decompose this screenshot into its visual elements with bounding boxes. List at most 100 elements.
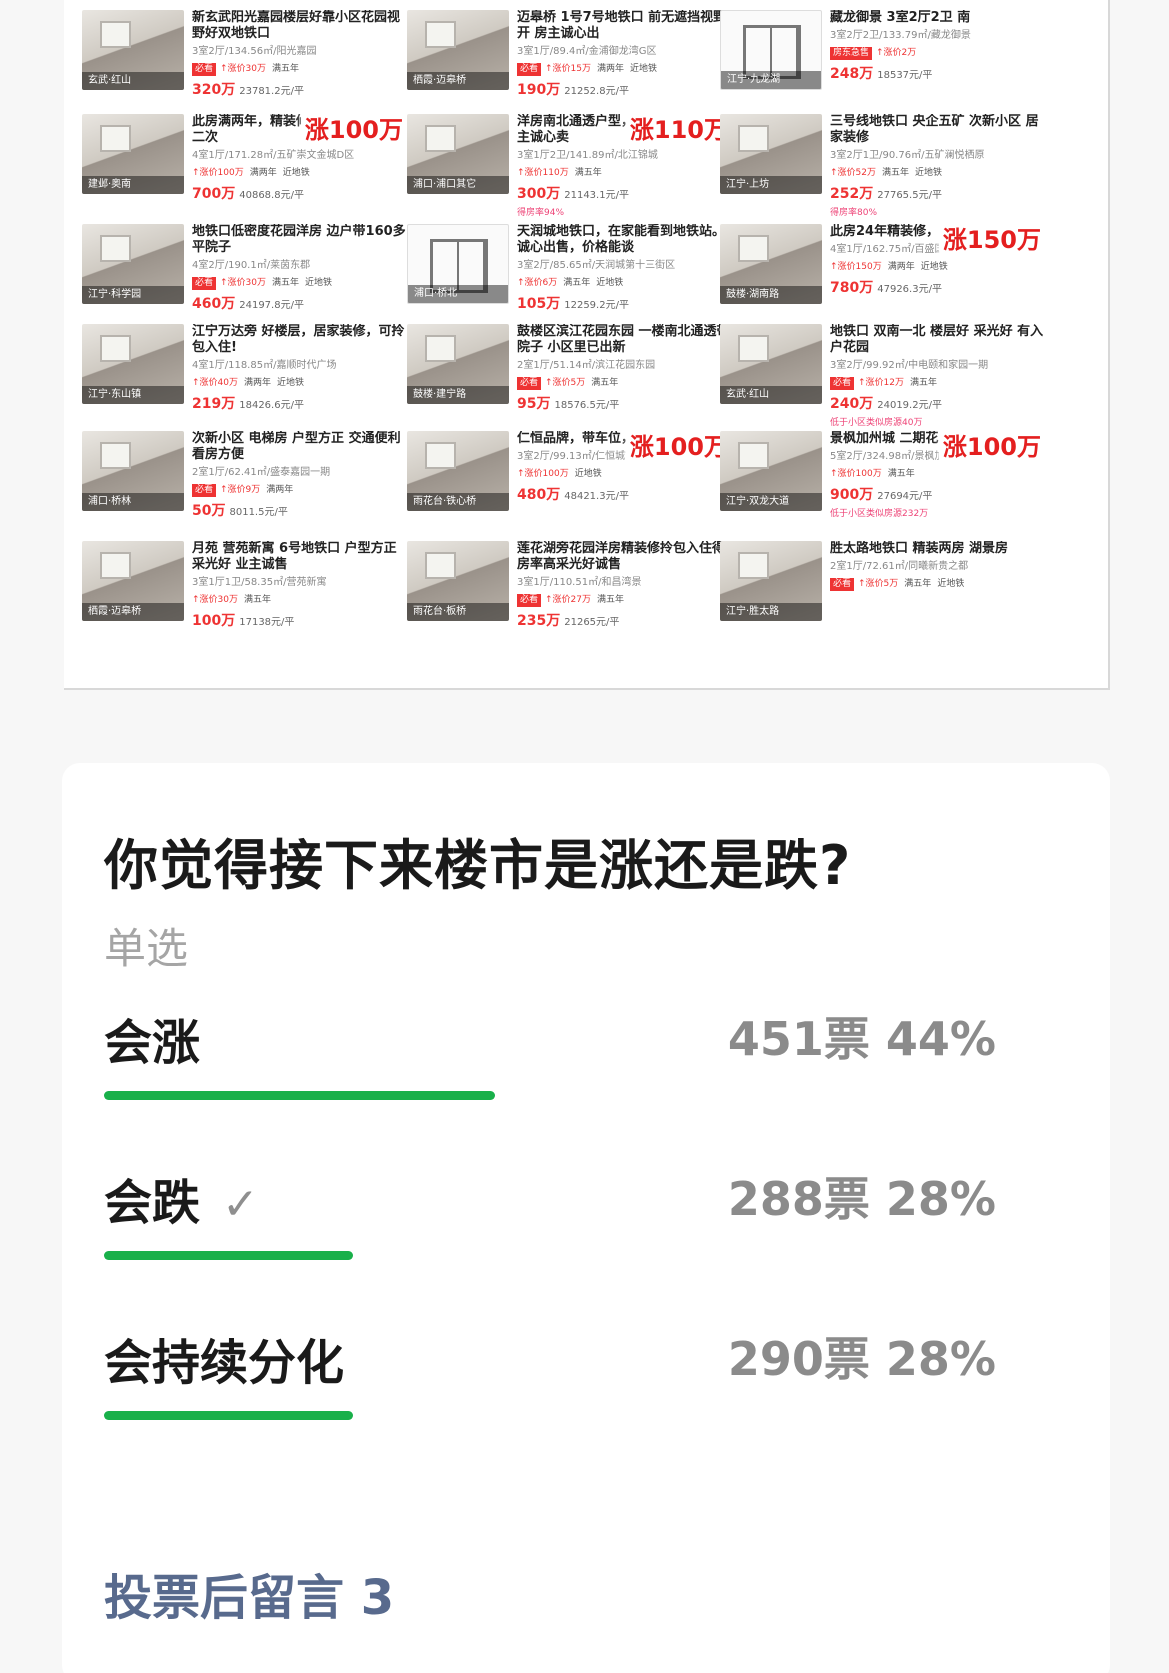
listing-card[interactable]: 雨花台·板桥 莲花湖旁花园洋房精装修拎包入住得房率高采光好诚售 3室1厅/110.5… — [389, 535, 734, 643]
listing-unit-price: 23781.2元/平 — [239, 86, 304, 97]
listing-photo[interactable]: 江宁·胜太路 — [720, 541, 822, 621]
listing-photo[interactable]: 江宁·东山镇 — [82, 324, 184, 404]
window-shape — [425, 335, 456, 363]
listing-card[interactable]: 江宁·胜太路 胜太路地铁口 精装两房 湖景房 2室1厅/72.61㎡/同曦新贵之都必… — [702, 535, 1047, 643]
listing-location: 江宁·东山镇 — [82, 386, 184, 404]
listing-photo[interactable]: 江宁·科学园 — [82, 224, 184, 304]
listing-price: 252万 — [830, 186, 874, 202]
listing-price-row: 219万 18426.6元/平 — [192, 393, 407, 413]
listing-tags: 必看 ↑涨价27万 满五年 — [517, 592, 732, 608]
listing-info: 三号线地铁口 央企五矿 次新小区 居家装修 3室2厅1卫/90.76㎡/五矿澜悦栖… — [830, 114, 1045, 218]
listing-card[interactable]: 江宁·东山镇 江宁万达旁 好楼层，居家装修，可拎包入住! 4室1厅/118.85㎡/… — [64, 318, 409, 426]
listing-tag: 满五年 — [244, 595, 272, 605]
listing-title: 鼓楼区滨江花园东园 一楼南北通透带院子 小区里已出新 — [517, 324, 730, 355]
listing-card[interactable]: 玄武·红山 新玄武阳光嘉园楼层好靠小区花园视野好双地铁口 3室2厅/134.56㎡/… — [64, 4, 409, 112]
listing-photo[interactable]: 鼓楼·湖南路 — [720, 224, 822, 304]
comments-link[interactable]: 投票后留言 3 — [104, 1558, 394, 1628]
listing-card[interactable]: 栖霞·迈皋桥 月苑 营苑新寓 6号地铁口 户型方正 采光好 业主诚售 3室1厅1卫/… — [64, 535, 409, 643]
price-rise-badge: 涨150万 — [938, 220, 1045, 255]
listing-photo[interactable]: 江宁·九龙湖 — [720, 10, 822, 90]
listing-tag: 必看 — [517, 594, 542, 607]
listing-card[interactable]: 玄武·红山 地铁口 双南一北 楼层好 采光好 有入户花园 3室2厅/99.92㎡/中… — [702, 318, 1047, 428]
listing-price-row: 480万 48421.3元/平 — [517, 484, 732, 504]
listing-tags: ↑涨价52万 满五年 近地铁 — [830, 165, 1045, 181]
listing-price: 100万 — [192, 613, 236, 629]
listing-card[interactable]: 雨花台·铁心桥 仁恒品牌，带车位，中高楼层 3室2厅/99.13㎡/仁恒城市星光 ↑涨… — [389, 425, 734, 533]
listing-price-row: 235万 21265元/平 — [517, 610, 732, 630]
listing-info: 月苑 营苑新寓 6号地铁口 户型方正 采光好 业主诚售 3室1厅1卫/58.35㎡… — [192, 541, 407, 630]
listing-tag: 必看 — [830, 377, 855, 390]
listing-photo[interactable]: 雨花台·板桥 — [407, 541, 509, 621]
listing-photo[interactable]: 栖霞·迈皋桥 — [407, 10, 509, 90]
listing-tag: 必看 — [192, 277, 217, 290]
listing-price-row: 320万 23781.2元/平 — [192, 79, 407, 99]
listing-unit-price: 40868.8元/平 — [239, 190, 304, 201]
listing-photo[interactable]: 浦口·桥林 — [82, 431, 184, 511]
listing-tag: 满两年 — [266, 485, 294, 495]
listing-card[interactable]: 江宁·双龙大道 景枫加州城 二期花园 精装修 拎包 5室2厅/324.98㎡/景枫加… — [702, 425, 1047, 533]
window-shape — [100, 125, 131, 153]
poll-option[interactable]: 会跌 ✓ 288票 28% — [104, 1163, 1004, 1293]
listing-card[interactable]: 建邺·奥南 此房满两年，精装修，正，采光好，二次 4室1厅/171.28㎡/五矿崇文… — [64, 108, 409, 216]
listing-photo[interactable]: 江宁·上坊 — [720, 114, 822, 194]
listing-tag: 满两年 — [249, 168, 277, 178]
listing-tag: 近地铁 — [305, 278, 333, 288]
listing-collage: 玄武·红山 新玄武阳光嘉园楼层好靠小区花园视野好双地铁口 3室2厅/134.56㎡/… — [64, 0, 1110, 690]
listing-unit-price: 18537元/平 — [877, 70, 933, 81]
listing-price: 219万 — [192, 396, 236, 412]
listing-info: 新玄武阳光嘉园楼层好靠小区花园视野好双地铁口 3室2厅/134.56㎡/阳光嘉园必… — [192, 10, 407, 99]
listing-unit-price: 8011.5元/平 — [229, 507, 288, 518]
listing-unit-price: 24019.2元/平 — [877, 400, 942, 411]
listing-unit-price: 21265元/平 — [564, 617, 620, 628]
listing-card[interactable]: 浦口·浦口其它 洋房南北通透户型，价格可以谈，业主诚心卖 3室1厅2卫/141.89… — [389, 108, 734, 218]
listing-card[interactable]: 浦口·桥北 天润城地铁口，在家能看到地铁站。诚心出售，价格能谈 3室2厅/85.65… — [389, 218, 734, 326]
listing-tag: ↑涨价100万 — [830, 469, 882, 479]
listing-tag: 必看 — [517, 63, 542, 76]
listing-photo[interactable]: 江宁·双龙大道 — [720, 431, 822, 511]
listing-photo[interactable]: 浦口·桥北 — [407, 224, 509, 304]
listing-card[interactable]: 鼓楼·湖南路 此房24年精装修，偶尔过来住下 4室1厅/162.75㎡/百盛国际大厦… — [702, 218, 1047, 326]
poll-option[interactable]: 会持续分化 290票 28% — [104, 1323, 1004, 1453]
listing-meta: 4室1厅/118.85㎡/嘉顺时代广场 — [192, 360, 337, 371]
listing-price-row: 248万 18537元/平 — [830, 63, 1045, 83]
listing-photo[interactable]: 栖霞·迈皋桥 — [82, 541, 184, 621]
price-rise-badge: 涨100万 — [938, 427, 1045, 462]
listing-unit-price: 27694元/平 — [877, 491, 933, 502]
listing-tag: 满五年 — [887, 469, 915, 479]
listing-photo[interactable]: 雨花台·铁心桥 — [407, 431, 509, 511]
listing-card[interactable]: 浦口·桥林 次新小区 电梯房 户型方正 交通便利 看房方便 2室1厅/62.41㎡/… — [64, 425, 409, 533]
listing-tag: ↑涨价100万 — [517, 469, 569, 479]
listing-photo[interactable]: 建邺·奥南 — [82, 114, 184, 194]
listing-tags: ↑涨价110万 满五年 — [517, 165, 732, 181]
listing-photo[interactable]: 玄武·红山 — [82, 10, 184, 90]
listing-location: 江宁·九龙湖 — [721, 71, 821, 89]
listing-tag: ↑涨价5万 — [858, 579, 899, 589]
listing-location: 雨花台·板桥 — [407, 603, 509, 621]
listing-tag: 近地铁 — [630, 64, 658, 74]
listing-card[interactable]: 栖霞·迈皋桥 迈皋桥 1号7号地铁口 前无遮挡视野开 房主诚心出 3室1厅/89.4… — [389, 4, 734, 112]
listing-tags: 必看 ↑涨价9万 满两年 — [192, 482, 407, 498]
listing-card[interactable]: 鼓楼·建宁路 鼓楼区滨江花园东园 一楼南北通透带院子 小区里已出新 2室1厅/51.… — [389, 318, 734, 426]
listing-photo[interactable]: 浦口·浦口其它 — [407, 114, 509, 194]
listing-tag: ↑涨价52万 — [830, 168, 876, 178]
listing-title: 月苑 营苑新寓 6号地铁口 户型方正 采光好 业主诚售 — [192, 541, 397, 572]
listing-tag: ↑涨价100万 — [192, 168, 244, 178]
listing-unit-price: 12259.2元/平 — [564, 300, 629, 311]
listing-tag: ↑涨价30万 — [220, 64, 267, 74]
listing-tag: 满五年 — [591, 378, 619, 388]
listing-meta: 3室2厅/99.92㎡/中电颐和家园一期 — [830, 360, 989, 371]
listing-card[interactable]: 江宁·上坊 三号线地铁口 央企五矿 次新小区 居家装修 3室2厅1卫/90.76㎡/… — [702, 108, 1047, 218]
listing-location: 鼓楼·建宁路 — [407, 386, 509, 404]
listing-card[interactable]: 江宁·科学园 地铁口低密度花园洋房 边户带160多平院子 4室2厅/190.1㎡/莱… — [64, 218, 409, 326]
listing-price-row: 95万 18576.5元/平 — [517, 393, 732, 413]
listing-photo[interactable]: 玄武·红山 — [720, 324, 822, 404]
poll-option[interactable]: 会涨 451票 44% — [104, 1003, 1004, 1133]
listing-photo[interactable]: 鼓楼·建宁路 — [407, 324, 509, 404]
listing-tags: 必看 ↑涨价5万 满五年 — [517, 375, 732, 391]
poll-option-bar — [104, 1411, 353, 1420]
listing-tags: ↑涨价100万 近地铁 — [517, 466, 732, 482]
window-shape — [100, 442, 131, 470]
listing-tag: 近地铁 — [282, 168, 310, 178]
window-shape — [738, 125, 769, 153]
listing-card[interactable]: 江宁·九龙湖 藏龙御景 3室2厅2卫 南 3室2厅2卫/133.79㎡/藏龙御景 房东… — [702, 4, 1047, 112]
